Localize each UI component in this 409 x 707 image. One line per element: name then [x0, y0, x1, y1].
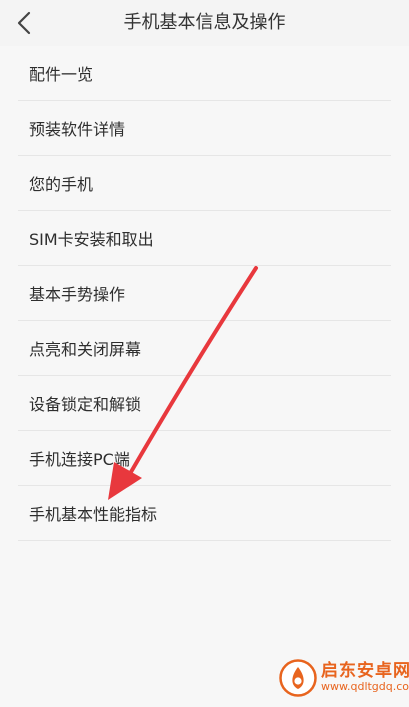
list-item-label: 手机基本性能指标 [29, 505, 158, 524]
list-item-gestures[interactable]: 基本手势操作 [18, 266, 391, 321]
list-item-label: 基本手势操作 [29, 285, 126, 304]
list-item-label: 您的手机 [29, 175, 94, 194]
list-item-screen-on-off[interactable]: 点亮和关闭屏幕 [18, 321, 391, 376]
header-bar: 手机基本信息及操作 [0, 0, 409, 46]
list-item-accessories[interactable]: 配件一览 [18, 46, 391, 101]
page-title: 手机基本信息及操作 [123, 12, 286, 33]
list-item-label: SIM卡安装和取出 [29, 230, 154, 249]
menu-list: 配件一览 预装软件详情 您的手机 SIM卡安装和取出 基本手势操作 点亮和关闭屏… [0, 46, 409, 541]
list-item-your-phone[interactable]: 您的手机 [18, 156, 391, 211]
list-item-sim-card[interactable]: SIM卡安装和取出 [18, 211, 391, 266]
list-item-preinstalled-apps[interactable]: 预装软件详情 [18, 101, 391, 156]
watermark-logo-icon [279, 659, 317, 697]
list-item-label: 配件一览 [29, 65, 94, 84]
list-item-label: 设备锁定和解锁 [29, 395, 142, 414]
watermark-name: 启东安卓网 [321, 661, 409, 682]
list-item-label: 手机连接PC端 [29, 450, 130, 469]
list-item-label: 点亮和关闭屏幕 [29, 340, 142, 359]
list-item-lock-unlock[interactable]: 设备锁定和解锁 [18, 376, 391, 431]
list-item-connect-pc[interactable]: 手机连接PC端 [18, 431, 391, 486]
watermark-url: www.qdltgdq.com [321, 680, 409, 694]
watermark: 启东安卓网 www.qdltgdq.com [279, 655, 409, 701]
list-item-label: 预装软件详情 [29, 120, 126, 139]
list-item-performance-specs[interactable]: 手机基本性能指标 [18, 486, 391, 541]
